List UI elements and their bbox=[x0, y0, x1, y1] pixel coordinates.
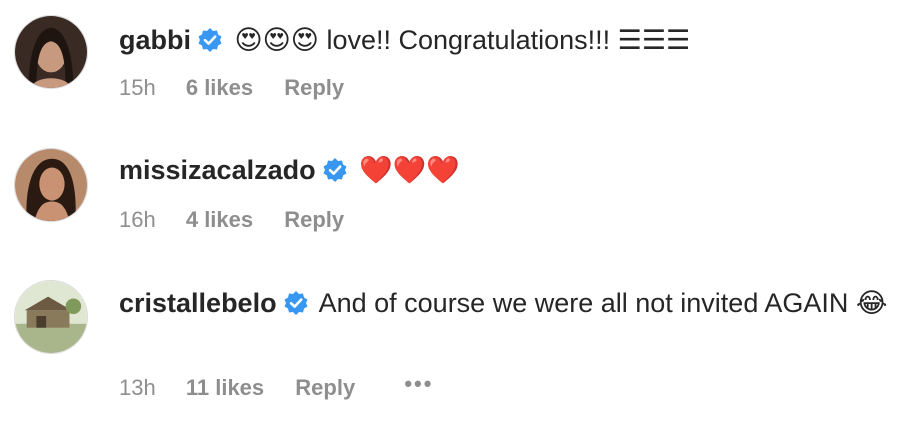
comment-likes[interactable]: 6 likes bbox=[186, 75, 253, 101]
comment-text: And of course we were all not invited AG… bbox=[318, 288, 888, 318]
comment-meta: 13h 11 likes Reply ••• bbox=[119, 371, 433, 401]
comment-text: ❤️❤️❤️ bbox=[359, 155, 460, 185]
comment-timestamp: 16h bbox=[119, 207, 156, 232]
comment-likes[interactable]: 4 likes bbox=[186, 207, 253, 233]
comment-meta: 15h 6 likes Reply bbox=[119, 75, 344, 101]
comment-timestamp: 15h bbox=[119, 75, 156, 100]
verified-badge-icon bbox=[197, 27, 223, 53]
more-options-icon[interactable]: ••• bbox=[404, 371, 433, 397]
verified-badge-icon bbox=[322, 157, 348, 183]
avatar[interactable] bbox=[14, 15, 88, 89]
comment-text: 😍😍😍 love!! Congratulations!!! ☰☰☰ bbox=[234, 25, 691, 55]
comment-likes[interactable]: 11 likes bbox=[186, 375, 264, 401]
comment-body: gabbi 😍😍😍 love!! Congratulations!!! ☰☰☰ bbox=[119, 22, 898, 58]
reply-button[interactable]: Reply bbox=[284, 207, 344, 233]
comment-username[interactable]: cristallebelo bbox=[119, 288, 277, 318]
comment-username[interactable]: gabbi bbox=[119, 25, 191, 55]
avatar[interactable] bbox=[14, 280, 88, 354]
reply-button[interactable]: Reply bbox=[284, 75, 344, 101]
comment-username[interactable]: missizacalzado bbox=[119, 155, 316, 185]
reply-button[interactable]: Reply bbox=[295, 375, 355, 401]
comment-timestamp: 13h bbox=[119, 375, 156, 400]
comment-body: missizacalzado ❤️❤️❤️ bbox=[119, 152, 898, 188]
comment-body: cristallebelo And of course we were all … bbox=[119, 285, 898, 321]
avatar[interactable] bbox=[14, 148, 88, 222]
verified-badge-icon bbox=[283, 290, 309, 316]
comment-meta: 16h 4 likes Reply bbox=[119, 207, 344, 233]
